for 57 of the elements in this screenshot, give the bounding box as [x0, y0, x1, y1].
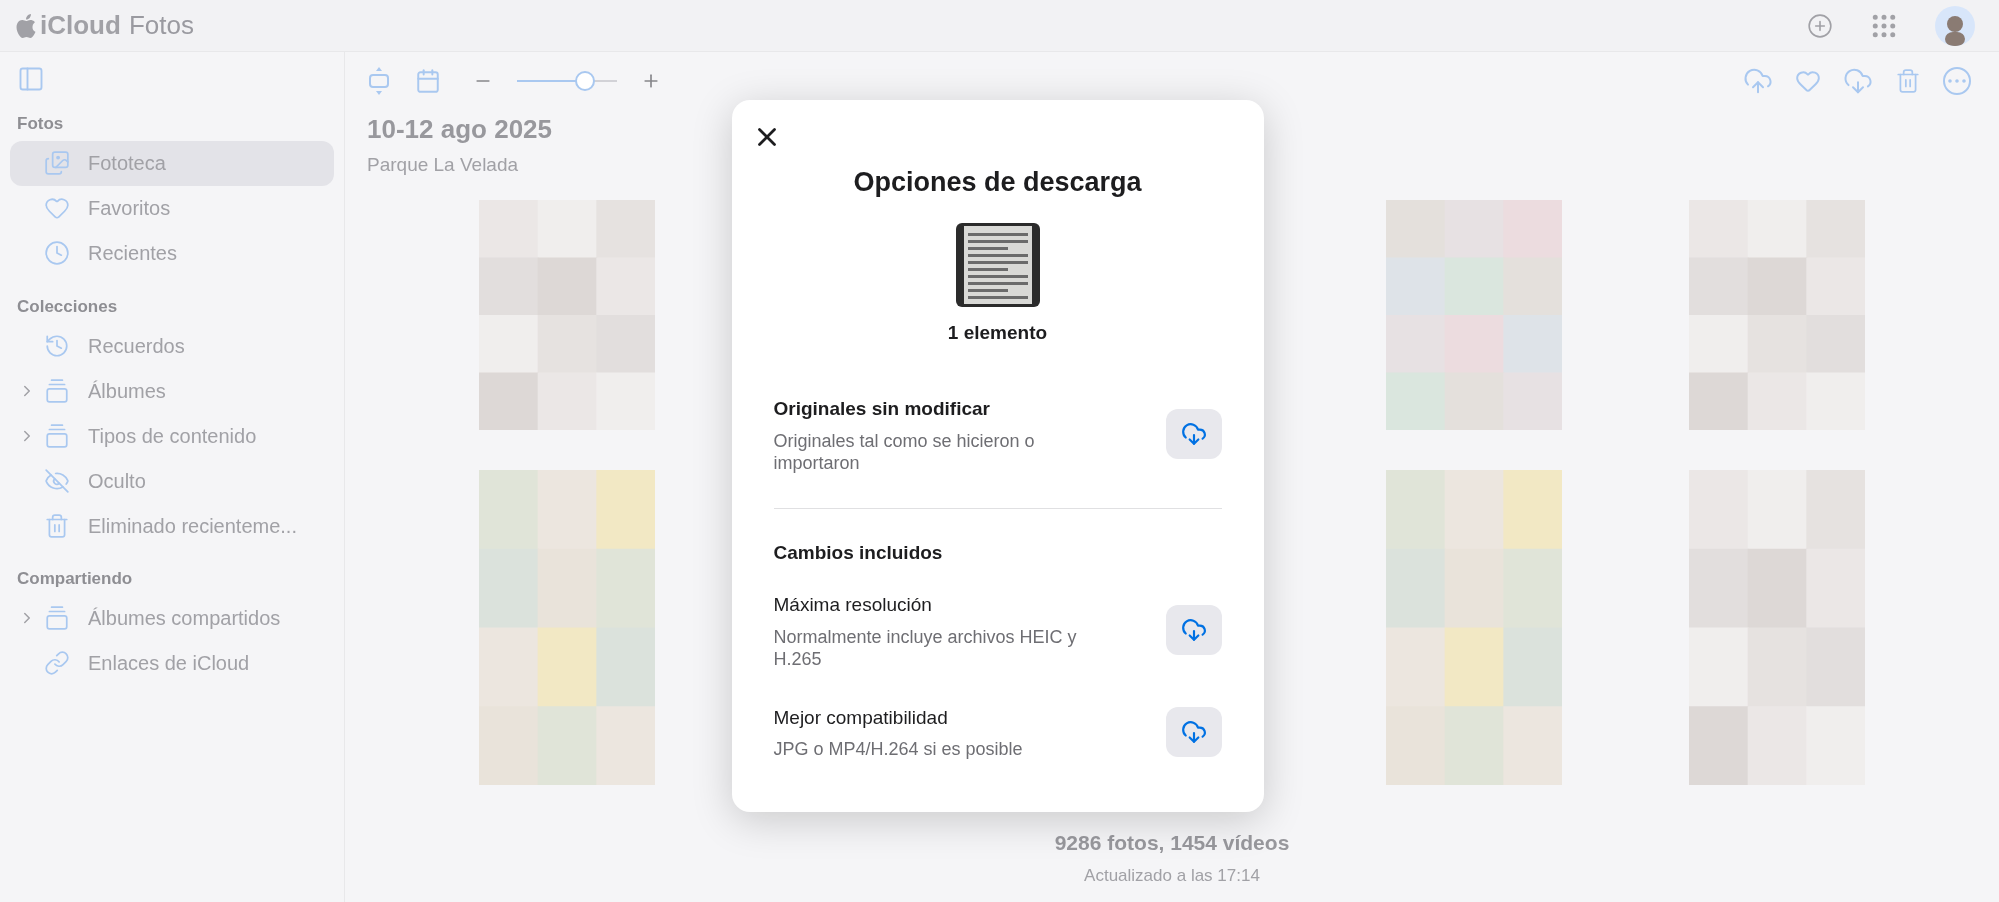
option-title: Máxima resolución — [773, 593, 933, 617]
library-count: 9286 fotos, 1454 vídeos — [1054, 830, 1290, 856]
update-time: Actualizado a las 17:14 — [1084, 864, 1260, 887]
calendar-icon[interactable] — [415, 68, 441, 94]
option-title: Originales sin modificar — [773, 397, 991, 421]
apple-logo-icon — [16, 13, 36, 38]
item-icon — [44, 195, 70, 221]
dialog-title: Opciones de descarga — [852, 166, 1143, 199]
upload-icon[interactable] — [1743, 66, 1773, 96]
resize-icon[interactable] — [367, 66, 391, 96]
download-button[interactable] — [1165, 409, 1222, 460]
option-description: Normalmente incluye archivos HEIC y H.265 — [773, 625, 1078, 670]
section-heading: Cambios incluidos — [773, 540, 944, 565]
sidebar-item[interactable]: Favoritos — [10, 185, 334, 231]
sidebar-item[interactable]: Recientes — [10, 230, 334, 276]
sidebar-item[interactable]: Recuerdos — [10, 323, 334, 368]
download-icon[interactable] — [1843, 66, 1873, 96]
sidebar-toggle-icon[interactable] — [17, 65, 45, 93]
sidebar-item[interactable]: Eliminado recienteme... — [10, 503, 334, 548]
option-title: Mejor compatibilidad — [773, 705, 949, 730]
option-description: JPG o MP4/H.264 si es posible — [773, 738, 1024, 760]
download-button[interactable] — [1165, 706, 1222, 757]
download-icon — [1180, 718, 1207, 745]
item-icon — [44, 512, 70, 539]
item-icon — [44, 422, 70, 449]
sidebar-item[interactable]: Álbumes compartidos — [10, 595, 334, 641]
sidebar-item[interactable]: Tipos de contenido — [10, 413, 334, 458]
date-heading: 10-12 ago 2025 — [367, 113, 552, 146]
add-icon[interactable] — [1807, 12, 1833, 39]
item-icon — [44, 150, 70, 176]
sidebar-item[interactable]: Oculto — [10, 458, 334, 503]
more-icon[interactable] — [1943, 67, 1971, 95]
app-name: Fotos — [128, 9, 194, 42]
item-icon — [44, 240, 70, 266]
download-button[interactable] — [1165, 605, 1222, 656]
download-icon — [1180, 421, 1207, 448]
brand-name: iCloud — [40, 9, 121, 42]
section-heading: Fotos — [16, 113, 65, 135]
sidebar-item[interactable]: Enlaces de iCloud — [10, 640, 334, 686]
item-icon — [44, 332, 70, 359]
item-icon — [44, 605, 70, 631]
download-icon — [1180, 617, 1207, 644]
delete-icon[interactable] — [1895, 68, 1921, 94]
slider-thumb[interactable] — [575, 71, 595, 91]
option-description: Originales tal como se hicieron o importaron — [773, 429, 1036, 474]
item-icon — [44, 650, 70, 676]
zoom-slider[interactable] — [517, 70, 617, 92]
sidebar-item[interactable]: Fototeca — [10, 140, 334, 186]
favorite-icon[interactable] — [1795, 68, 1821, 94]
sidebar-item[interactable]: Álbumes — [10, 368, 334, 413]
item-icon — [44, 467, 70, 494]
avatar[interactable] — [1935, 5, 1975, 46]
place-label: Parque La Velada — [367, 153, 519, 177]
section-heading: Compartiendo — [16, 568, 134, 590]
section-heading: Colecciones — [16, 295, 119, 318]
item-count: 1 elemento — [946, 320, 1049, 345]
item-icon — [44, 377, 70, 404]
